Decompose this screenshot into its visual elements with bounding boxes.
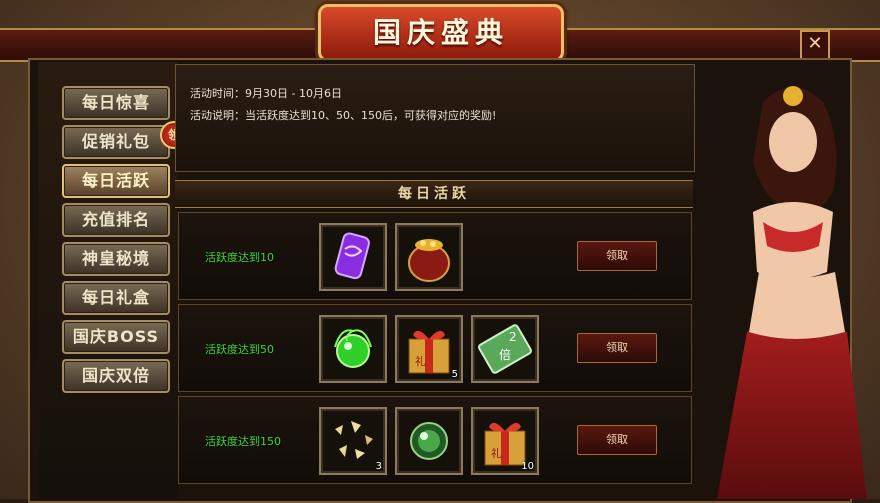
reward-requirement: 活跃度达到10 [205, 251, 274, 264]
green-orb-icon[interactable] [319, 315, 387, 383]
sidebar-item-daily-active[interactable]: 每日活跃 [62, 164, 170, 198]
double-num: 2 [509, 330, 517, 344]
activity-description: 活动说明：当活跃度达到10、50、150后，可获得对应的奖励! [190, 109, 497, 122]
claim-button[interactable]: 领取 [577, 425, 657, 455]
double-card-graphic: 2倍 [478, 324, 532, 374]
gift-box-icon[interactable]: 礼 5 [395, 315, 463, 383]
sidebar-item-national-boss[interactable]: 国庆BOSS [62, 320, 170, 354]
reward-row: 活跃度达到50 礼 5 2倍 领取 [178, 304, 692, 392]
sidebar-item-daily-giftbox[interactable]: 每日礼盒 [62, 281, 170, 315]
section-title: 每日活跃 [175, 180, 693, 208]
sidebar-item-national-double[interactable]: 国庆双倍 [62, 359, 170, 393]
sidebar-item-secret-realm[interactable]: 神皇秘境 [62, 242, 170, 276]
orb-graphic [334, 329, 372, 368]
reward-row: 活跃度达到10 领取 [178, 212, 692, 300]
character-portrait [693, 62, 880, 499]
close-button[interactable]: ✕ [800, 30, 830, 60]
gold-pot-icon[interactable] [395, 223, 463, 291]
sidebar-item-recharge-rank[interactable]: 充值排名 [62, 203, 170, 237]
gift-char: 礼 [491, 446, 502, 460]
activity-time: 活动时间：9月30日 - 10月6日 [190, 87, 342, 100]
double-char: 倍 [499, 347, 511, 362]
activity-info: 活动时间：9月30日 - 10月6日 活动说明：当活跃度达到10、50、150后… [175, 64, 695, 172]
scroll-graphic [334, 232, 370, 280]
claim-button[interactable]: 领取 [577, 333, 657, 363]
item-count: 3 [375, 461, 382, 472]
claim-button[interactable]: 领取 [577, 241, 657, 271]
sidebar-item-promo-pack[interactable]: 促销礼包 [62, 125, 170, 159]
gold-shards-icon[interactable]: 3 [319, 407, 387, 475]
window-title: 国庆盛典 [318, 4, 564, 62]
reward-requirement: 活跃度达到50 [205, 343, 274, 356]
pearl-graphic [410, 422, 448, 460]
reward-row: 活跃度达到150 3 礼 10 领取 [178, 396, 692, 484]
pot-graphic [408, 239, 450, 282]
double-card-icon[interactable]: 2倍 [471, 315, 539, 383]
gift-char: 礼 [415, 354, 426, 368]
reward-requirement: 活跃度达到150 [205, 435, 281, 448]
item-count: 10 [521, 461, 534, 472]
purple-scroll-icon[interactable] [319, 223, 387, 291]
character-graphic [717, 86, 867, 499]
green-pearl-icon[interactable] [395, 407, 463, 475]
item-count: 5 [451, 369, 458, 380]
sidebar-item-daily-surprise[interactable]: 每日惊喜 [62, 86, 170, 120]
gift-box-icon[interactable]: 礼 10 [471, 407, 539, 475]
